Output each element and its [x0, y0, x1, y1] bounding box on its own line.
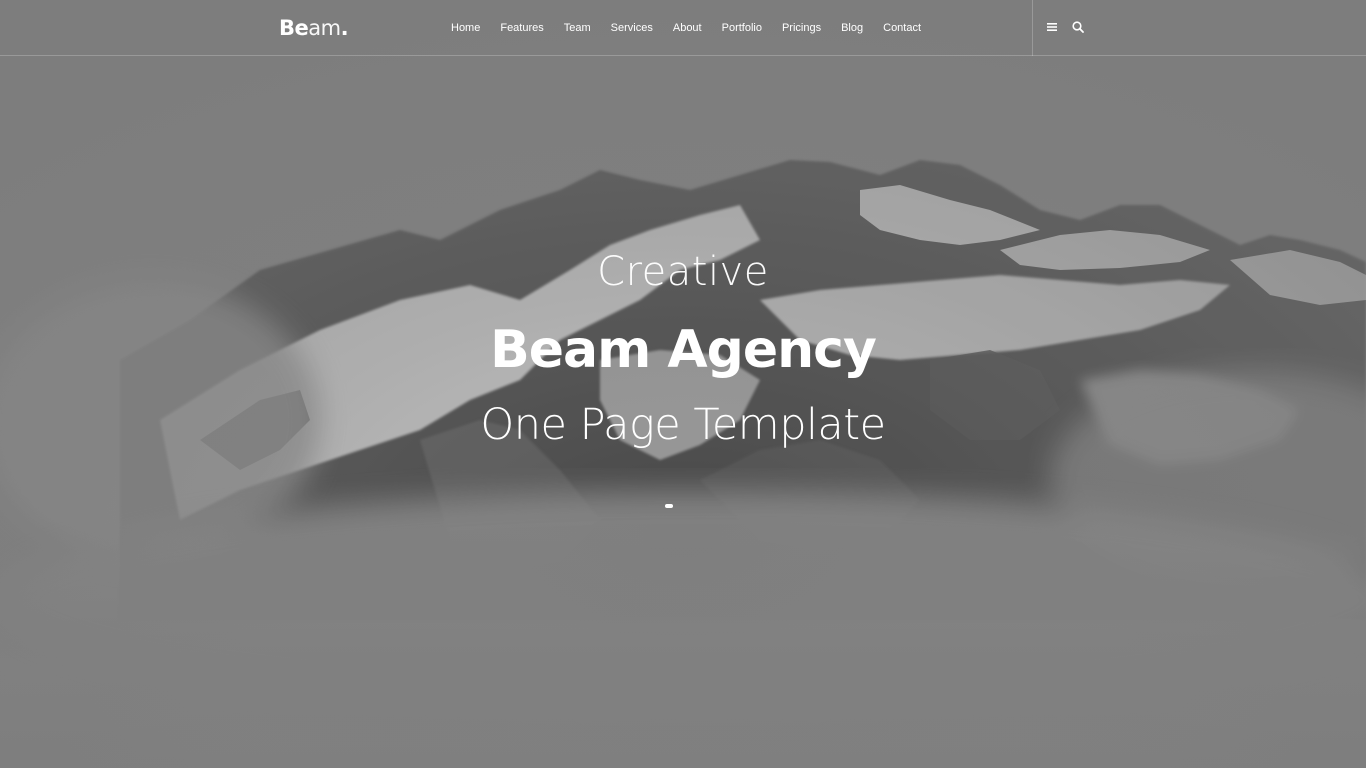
logo-dot: .	[340, 16, 349, 40]
hero-subtitle: One Page Template	[480, 400, 886, 450]
nav-item-features[interactable]: Features	[490, 22, 553, 34]
hero-slide-indicator[interactable]	[665, 504, 673, 508]
nav-item-home[interactable]: Home	[441, 22, 490, 34]
hero-tagline-creative: Creative	[597, 249, 769, 295]
nav-item-contact[interactable]: Contact	[873, 22, 931, 34]
nav-item-about[interactable]: About	[663, 22, 712, 34]
nav-divider	[1032, 0, 1033, 56]
logo-text-bold: Be	[279, 16, 309, 40]
top-navbar: Beam. Home Features Team Services About …	[0, 0, 1366, 56]
hero-title: Beam Agency	[490, 320, 877, 380]
nav-tools	[1045, 19, 1085, 35]
nav-item-team[interactable]: Team	[554, 22, 601, 34]
main-nav-menu: Home Features Team Services About Portfo…	[441, 0, 931, 56]
nav-item-portfolio[interactable]: Portfolio	[712, 22, 772, 34]
nav-item-pricings[interactable]: Pricings	[772, 22, 831, 34]
search-icon[interactable]	[1071, 19, 1085, 35]
nav-item-services[interactable]: Services	[601, 22, 663, 34]
nav-item-blog[interactable]: Blog	[831, 22, 873, 34]
menu-icon[interactable]	[1045, 19, 1059, 35]
landing-page: Beam. Home Features Team Services About …	[0, 0, 1366, 768]
brand-logo[interactable]: Beam.	[279, 14, 349, 42]
hero-background-mountain-image	[0, 0, 1366, 768]
logo-text-light: am	[308, 16, 341, 40]
